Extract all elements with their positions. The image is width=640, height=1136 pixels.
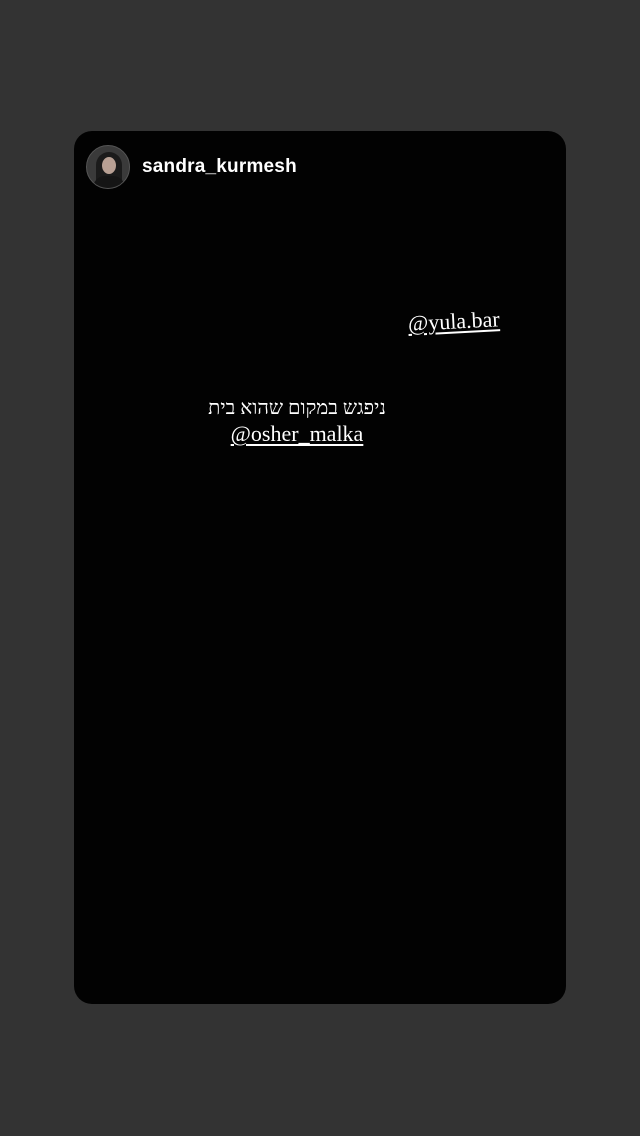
story-header: sandra_kurmesh xyxy=(86,144,297,190)
mention-sticker-osher-malka[interactable]: @osher_malka xyxy=(231,421,364,447)
username[interactable]: sandra_kurmesh xyxy=(142,156,297,178)
mention-sticker-yula-bar[interactable]: @yula.bar xyxy=(407,306,500,337)
avatar[interactable] xyxy=(86,145,130,189)
story-card[interactable]: sandra_kurmesh @yula.bar ניפגש במקום שהו… xyxy=(74,131,566,1004)
caption-text: ניפגש במקום שהוא בית xyxy=(208,397,386,419)
caption-block: ניפגש במקום שהוא בית @osher_malka xyxy=(192,395,402,447)
avatar-body xyxy=(93,176,125,188)
avatar-face xyxy=(102,157,116,174)
